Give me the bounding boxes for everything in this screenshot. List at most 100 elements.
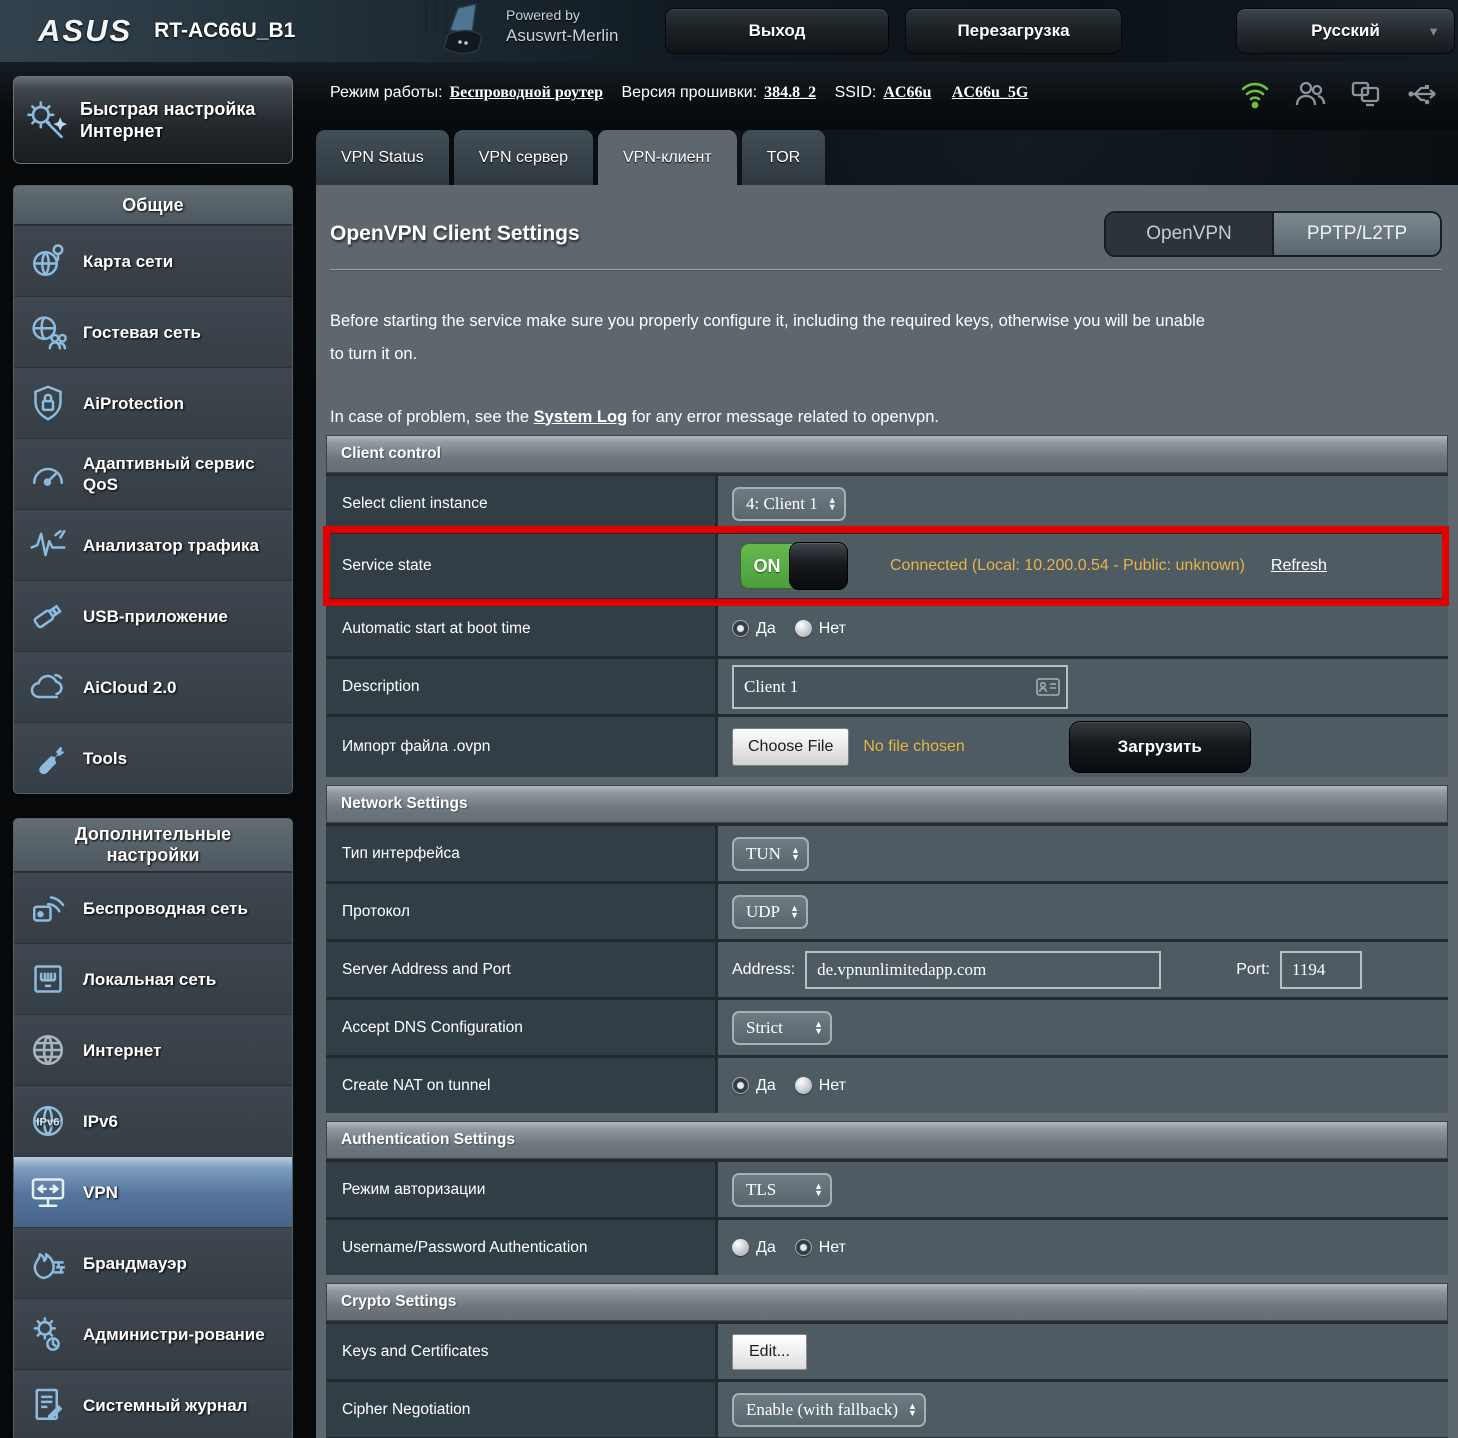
reboot-button[interactable]: Перезагрузка [905, 8, 1122, 54]
sidebar-item-ipv6[interactable]: IPv6 IPv6 [14, 1085, 292, 1156]
client-instance-select[interactable]: 4: Client 1 ▲▼ [732, 487, 846, 521]
sidebar-item-administration[interactable]: Администри-рование [14, 1298, 292, 1369]
language-select[interactable]: Русский ▼ [1236, 8, 1455, 54]
sidebar-item-network-map[interactable]: Карта сети [14, 225, 292, 296]
tools-icon [26, 738, 70, 778]
contact-card-icon [1036, 678, 1060, 696]
powered-by: Powered by Asuswrt-Merlin [506, 7, 618, 46]
sidebar-item-guest-network[interactable]: Гостевая сеть [14, 296, 292, 367]
userpass-yes-radio[interactable] [732, 1239, 749, 1256]
logout-button[interactable]: Выход [665, 8, 889, 54]
nat-no-radio[interactable] [795, 1077, 812, 1094]
tab-vpn-client[interactable]: VPN-клиент [598, 130, 737, 185]
devices-icon[interactable] [1350, 79, 1382, 109]
row-import-ovpn: Импорт файла .ovpn Choose File No file c… [326, 714, 1448, 777]
tab-tor[interactable]: TOR [742, 130, 825, 185]
tab-vpn-status[interactable]: VPN Status [316, 130, 449, 185]
ssid-label: SSID: [835, 84, 877, 101]
firmware-version-link[interactable]: 384.8_2 [764, 84, 816, 101]
row-create-nat: Create NAT on tunnel Да Нет [326, 1055, 1448, 1113]
sidebar-item-wireless[interactable]: Беспроводная сеть [14, 872, 292, 943]
vpn-mode-switch: OpenVPN PPTP/L2TP [1104, 211, 1442, 257]
upload-button[interactable]: Загрузить [1069, 721, 1251, 773]
vpn-tabbar: VPN Status VPN сервер VPN-клиент TOR [316, 130, 825, 185]
top-banner: ASUS RT-AC66U_B1 Powered by Asuswrt-Merl… [0, 0, 1458, 64]
sidebar-item-vpn[interactable]: VPN [14, 1156, 292, 1227]
sidebar-item-usb-application[interactable]: USB-приложение [14, 580, 292, 651]
pptp-l2tp-mode-button[interactable]: PPTP/L2TP [1272, 213, 1440, 255]
interface-type-select[interactable]: TUN ▲▼ [732, 837, 809, 871]
sidebar-item-firewall[interactable]: Брандмауэр [14, 1227, 292, 1298]
auto-start-no-radio[interactable] [795, 620, 812, 637]
ssid-5g-link[interactable]: AC66u_5G [952, 84, 1028, 101]
section-network-settings: Network Settings [326, 785, 1448, 823]
aicloud-icon [26, 667, 70, 707]
sidebar-item-tools[interactable]: Tools [14, 722, 292, 793]
operation-mode-link[interactable]: Беспроводной роутер [450, 84, 603, 101]
row-protocol: Протокол UDP ▲▼ [326, 881, 1448, 939]
openvpn-mode-button[interactable]: OpenVPN [1106, 213, 1272, 255]
row-auto-start: Automatic start at boot time Да Нет [326, 598, 1448, 656]
row-auth-mode: Режим авторизации TLS ▲▼ [326, 1159, 1448, 1217]
choose-file-button[interactable]: Choose File [732, 728, 849, 766]
sidebar-item-lan[interactable]: Локальная сеть [14, 943, 292, 1014]
sidebar-item-adaptive-qos[interactable]: Адаптивный сервис QoS [14, 438, 292, 509]
nat-yes-radio[interactable] [732, 1077, 749, 1094]
row-server-address: Server Address and Port Address: Port: [326, 939, 1448, 997]
wan-icon [26, 1030, 70, 1070]
clients-icon[interactable] [1294, 79, 1326, 109]
aiprotection-icon [26, 383, 70, 423]
ipv6-icon: IPv6 [26, 1101, 70, 1141]
protocol-select[interactable]: UDP ▲▼ [732, 895, 808, 929]
section-auth-settings: Authentication Settings [326, 1121, 1448, 1159]
sidebar-item-traffic-analyzer[interactable]: Анализатор трафика [14, 509, 292, 580]
accept-dns-select[interactable]: Strict ▲▼ [732, 1011, 832, 1045]
auto-start-yes-radio[interactable] [732, 620, 749, 637]
sidebar-advanced-title: Дополнительные настройки [48, 824, 258, 866]
firmware-label: Версия прошивки: [621, 84, 757, 101]
refresh-link[interactable]: Refresh [1271, 557, 1327, 575]
sidebar-item-wan[interactable]: Интернет [14, 1014, 292, 1085]
sidebar-item-system-log[interactable]: Системный журнал [14, 1369, 292, 1438]
edit-keys-button[interactable]: Edit... [732, 1334, 807, 1370]
service-state-toggle[interactable]: ON [740, 542, 848, 590]
usb-status-icon[interactable] [1406, 79, 1440, 109]
userpass-no-radio[interactable] [795, 1239, 812, 1256]
merlin-router-mascot [398, 0, 508, 62]
address-label: Address: [732, 961, 795, 979]
vpn-icon [26, 1172, 70, 1212]
adaptive-qos-icon [26, 454, 70, 494]
ssid-2g-link[interactable]: AC66u [883, 84, 931, 101]
sidebar-item-aicloud[interactable]: AiCloud 2.0 [14, 651, 292, 722]
system-log-link[interactable]: System Log [534, 408, 628, 426]
sidebar-general-title: Общие [14, 186, 292, 225]
network-map-icon [26, 241, 70, 281]
svg-text:IPv6: IPv6 [36, 1116, 59, 1128]
auth-mode-select[interactable]: TLS ▲▼ [732, 1173, 832, 1207]
brand-block: ASUS RT-AC66U_B1 [38, 13, 295, 49]
row-service-state: Service state ON Connected (Local: 10.20… [326, 531, 1448, 598]
row-select-client: Select client instance 4: Client 1 ▲▼ [326, 473, 1448, 531]
connection-status: Connected (Local: 10.200.0.54 - Public: … [890, 557, 1245, 575]
intro-log-text: In case of problem, see the System Log f… [330, 408, 939, 427]
quick-setup-button[interactable]: Быстрая настройка Интернет [13, 76, 293, 164]
tab-vpn-server[interactable]: VPN сервер [454, 130, 593, 185]
sidebar-item-aiprotection[interactable]: AiProtection [14, 367, 292, 438]
sidebar-general: Общие Карта сети Гостевая сеть AiProtect… [13, 185, 293, 794]
quick-setup-icon [24, 97, 68, 143]
title-divider [330, 269, 1442, 271]
wifi-status-icon[interactable] [1240, 78, 1270, 110]
cipher-negotiation-select[interactable]: Enable (with fallback) ▲▼ [732, 1393, 926, 1427]
description-input[interactable] [732, 665, 1068, 709]
router-admin-page: ASUS RT-AC66U_B1 Powered by Asuswrt-Merl… [0, 0, 1458, 1438]
settings-table: Client control Select client instance 4:… [326, 435, 1448, 1438]
intro-text: Before starting the service make sure yo… [330, 305, 1210, 371]
system-log-icon [26, 1385, 70, 1425]
mode-label: Режим работы: [330, 84, 443, 101]
firewall-icon [26, 1243, 70, 1283]
no-file-chosen-text: No file chosen [863, 738, 964, 756]
language-label: Русский [1311, 21, 1380, 41]
server-port-input[interactable] [1280, 951, 1362, 989]
server-address-input[interactable] [805, 951, 1161, 989]
guest-network-icon [26, 312, 70, 352]
